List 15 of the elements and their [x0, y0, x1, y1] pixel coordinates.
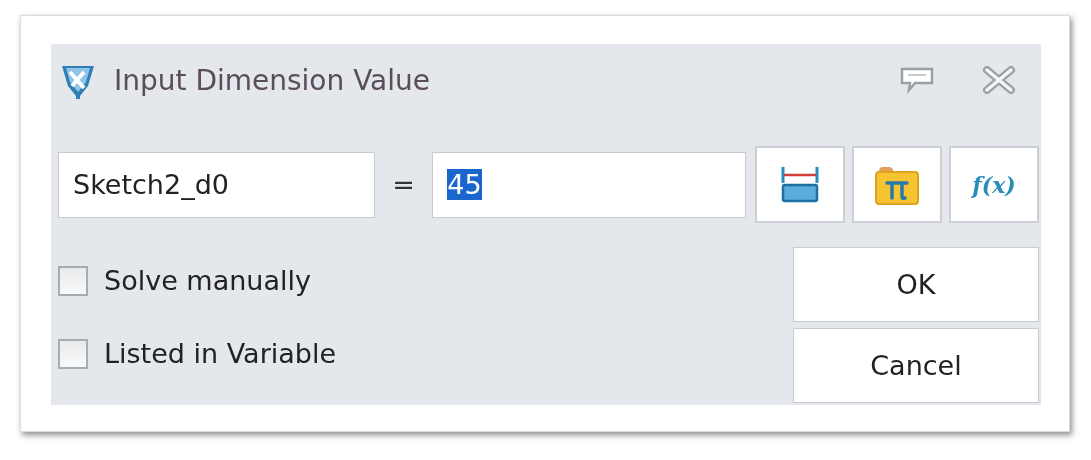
cancel-button[interactable]: Cancel — [793, 328, 1039, 403]
checkbox-label[interactable]: Solve manually — [104, 265, 311, 296]
checkbox-label[interactable]: Listed in Variable — [104, 338, 337, 369]
speech-bubble-icon[interactable] — [899, 66, 935, 94]
ok-button[interactable]: OK — [793, 247, 1039, 322]
function-button[interactable]: f(x) — [949, 146, 1039, 223]
checkbox[interactable] — [58, 265, 88, 296]
tool-button[interactable] — [755, 146, 845, 223]
equals-sign: = — [391, 169, 416, 200]
tool-button[interactable] — [852, 146, 942, 223]
checkbox[interactable] — [58, 338, 88, 369]
dimension-value-field[interactable]: 45 — [432, 151, 746, 218]
window-title: Input Dimension Value — [114, 63, 432, 97]
dimension-name-field[interactable]: Sketch2_d0 — [58, 151, 375, 218]
close-icon[interactable] — [981, 65, 1017, 95]
